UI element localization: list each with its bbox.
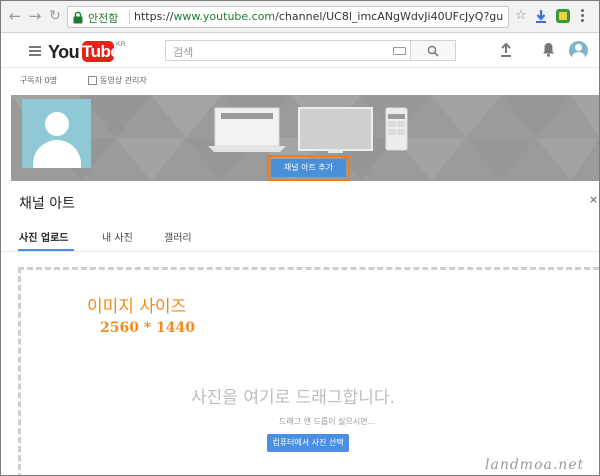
drag-instruction-subtitle: 드래그 앤 드롭이 싫으시면...	[279, 417, 376, 426]
lock-icon	[73, 11, 83, 24]
tab-my-photos[interactable]: 내 사진	[102, 229, 133, 244]
add-channel-art-button[interactable]: 채널 아트 추가	[271, 159, 346, 177]
search-icon	[427, 45, 439, 57]
url-text[interactable]: https://www.youtube.com/channel/UC8l_imc…	[134, 10, 504, 23]
notification-bell-icon[interactable]	[542, 42, 555, 57]
browser-toolbar: ← → ↻ 안전함 https://www.youtube.com/channe…	[1, 1, 599, 33]
guide-menu-icon[interactable]	[29, 46, 41, 56]
account-avatar[interactable]	[569, 41, 588, 60]
keyboard-icon[interactable]	[393, 47, 406, 55]
image-size-annotation-label: 이미지 사이즈	[87, 297, 187, 317]
search-placeholder: 검색	[173, 46, 194, 59]
url-path: /channel/UC8l_imcANgWdvJi40UFcJyQ?guided…	[275, 10, 504, 23]
subscriber-count: 구독자 0명	[20, 76, 58, 85]
extension-app-icon[interactable]	[556, 9, 570, 23]
bookmark-star-icon[interactable]: ☆	[515, 9, 527, 23]
video-manager-link[interactable]: 동영상 관리자	[100, 75, 147, 86]
tab-upload-photo[interactable]: 사진 업로드	[19, 229, 68, 244]
youtube-masthead: You Tube KR 검색	[1, 34, 599, 68]
avatar-body-shape	[33, 140, 81, 168]
channel-art-dialog: 채널 아트 × 사진 업로드 내 사진 갤러리 이미지 사이즈 2560 * 1…	[1, 181, 599, 475]
mobile-preview-icon	[385, 107, 408, 151]
tv-preview-icon	[298, 107, 373, 153]
search-button[interactable]	[411, 40, 456, 61]
upload-icon[interactable]	[500, 43, 512, 57]
channel-subheader: 구독자 0명 동영상 관리자	[1, 69, 599, 93]
dialog-title: 채널 아트	[19, 196, 75, 212]
url-prefix: https://	[134, 10, 174, 23]
watermark-text: landmoa.net	[485, 457, 585, 473]
video-manager-icon[interactable]	[88, 76, 97, 85]
channel-banner: 채널 아트 추가	[11, 95, 599, 181]
logo-tube-text: Tube	[82, 41, 120, 62]
image-size-annotation-value: 2560 * 1440	[100, 320, 195, 336]
channel-avatar[interactable]	[22, 99, 91, 168]
address-separator	[129, 10, 130, 24]
add-channel-art-highlight: 채널 아트 추가	[267, 155, 350, 181]
search-input[interactable]: 검색	[165, 40, 411, 61]
address-bar[interactable]: 안전함 https://www.youtube.com/channel/UC8l…	[67, 6, 509, 28]
close-icon[interactable]: ×	[589, 194, 598, 206]
browser-menu-icon[interactable]	[581, 9, 585, 23]
screenshot-frame: ← → ↻ 안전함 https://www.youtube.com/channe…	[0, 0, 600, 476]
desktop-preview-icon	[208, 107, 286, 152]
reload-icon[interactable]: ↻	[47, 8, 63, 24]
tabs-divider	[1, 251, 599, 252]
logo-region-label: KR	[116, 41, 126, 48]
secure-label: 안전함	[88, 12, 119, 25]
drag-instruction-title: 사진을 여기로 드래그합니다.	[191, 388, 395, 408]
avatar-head-shape	[45, 112, 69, 136]
back-arrow-icon[interactable]: ←	[7, 8, 23, 24]
forward-arrow-icon[interactable]: →	[27, 8, 43, 24]
tab-gallery[interactable]: 갤러리	[164, 229, 192, 244]
extension-download-icon[interactable]	[536, 10, 546, 23]
select-from-computer-button[interactable]: 컴퓨터에서 사진 선택	[267, 434, 349, 452]
url-host: www.youtube.com	[173, 10, 276, 23]
logo-you-text: You	[48, 42, 80, 62]
